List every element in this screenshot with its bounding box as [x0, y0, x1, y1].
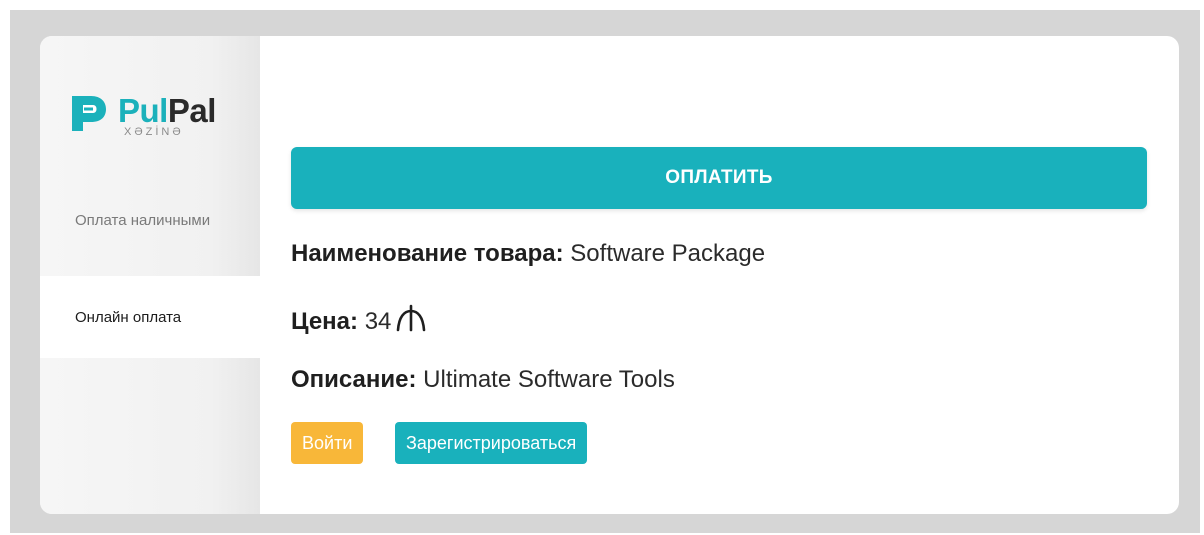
manat-icon	[397, 304, 426, 332]
logo: PulPal XƏZİNƏ	[70, 92, 240, 140]
product-description-row: Описание: Ultimate Software Tools	[291, 365, 675, 395]
sidebar-item-label: Оплата наличными	[75, 212, 211, 229]
sidebar-item-cash-payment[interactable]: Оплата наличными	[40, 208, 260, 272]
brand-subtitle: XƏZİNƏ	[124, 126, 184, 138]
product-price-value: 34	[364, 308, 392, 335]
product-price-row: Цена: 34	[291, 304, 427, 337]
pay-button[interactable]: ОПЛАТИТЬ	[291, 147, 1147, 209]
product-name-value: Software Package	[570, 240, 766, 267]
sidebar-item-online-payment[interactable]: Онлайн оплата	[40, 276, 260, 358]
sidebar: PulPal XƏZİNƏ Оплата наличными Онлайн оп…	[40, 36, 260, 514]
product-name-row: Наименование товара: Software Package	[291, 239, 765, 269]
product-description-value: Ultimate Software Tools	[423, 366, 675, 393]
brand-name: PulPal	[118, 92, 216, 129]
sidebar-item-label: Онлайн оплата	[75, 308, 182, 326]
register-button[interactable]: Зарегистрироваться	[395, 422, 588, 464]
product-price-label: Цена:	[291, 308, 359, 335]
product-description-label: Описание:	[291, 366, 417, 393]
product-name-label: Наименование товара:	[291, 240, 564, 267]
login-button[interactable]: Войти	[291, 422, 364, 464]
payment-card: PulPal XƏZİNƏ Оплата наличными Онлайн оп…	[40, 36, 1179, 514]
main-content: ОПЛАТИТЬ Наименование товара: Software P…	[291, 36, 1147, 514]
pulpal-logo-icon	[72, 96, 106, 131]
